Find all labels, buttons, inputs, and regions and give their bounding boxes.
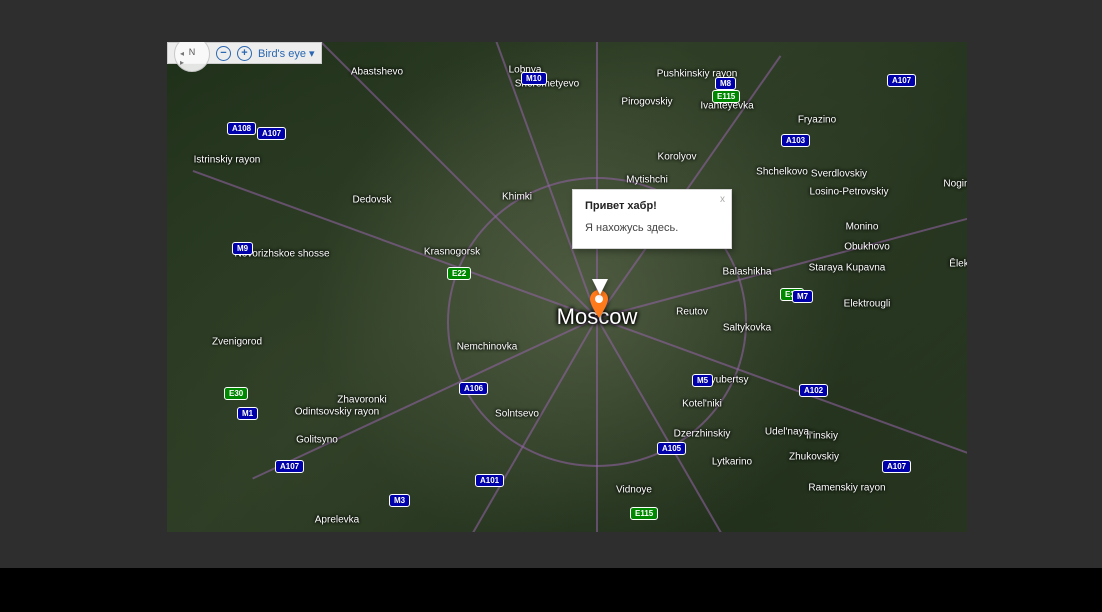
popup-title: Привет хабр! [585,200,719,212]
place-label: Korolyov [658,152,697,163]
place-label: Istrinskiy rayon [194,155,261,166]
device-bezel [0,568,1102,612]
route-shield: M3 [389,494,410,507]
place-label: Saltykovka [723,323,771,334]
place-label: Udel'naya [765,427,809,438]
place-label: Mytishchi [626,175,668,186]
zoom-in-button[interactable]: + [237,46,252,61]
place-label: Kotel'niki [682,399,722,410]
popup-tail [592,279,608,295]
chevron-down-icon: ▾ [309,48,315,60]
place-label: Fryazino [798,115,836,126]
place-label: Monino [846,222,879,233]
place-label: Il'inskiy [806,431,838,442]
route-shield: M8 [715,77,736,90]
place-label: Abastshevo [351,67,403,78]
route-shield: E30 [224,387,248,400]
route-shield: A107 [275,460,304,473]
place-label: Dedovsk [353,195,392,206]
place-label: Zhukovskiy [789,452,839,463]
route-shield: E115 [630,507,658,520]
place-label: Odintsovskiy rayon [295,407,379,418]
route-shield: M1 [237,407,258,420]
place-label: Losino-Petrovskiy [810,187,889,198]
view-mode-label: Bird's eye [258,48,306,60]
place-label: Khimki [502,192,532,203]
road-layer [167,42,967,532]
popup-body: Я нахожусь здесь. [585,222,719,234]
place-label: Ramenskiy rayon [808,483,885,494]
view-mode-dropdown[interactable]: Bird's eye ▾ [258,47,315,60]
close-icon[interactable]: x [720,194,725,205]
place-label: Staraya Kupavna [809,263,886,274]
place-label: Aprelevka [315,515,359,526]
map-viewport[interactable]: − + Bird's eye ▾ Moscow x Привет хабр! Я… [167,42,967,532]
route-shield: A106 [459,382,488,395]
zoom-out-button[interactable]: − [216,46,231,61]
info-popup: x Привет хабр! Я нахожусь здесь. [572,189,732,249]
route-shield: E115 [712,90,740,103]
place-label: Reutov [676,307,708,318]
place-label: Zvenigorod [212,337,262,348]
place-label: Nogins [943,179,967,190]
route-shield: M10 [521,72,547,85]
route-shield: A102 [799,384,828,397]
place-label: Shchelkovo [756,167,808,178]
place-label: Pirogovskiy [621,97,672,108]
route-shield: A108 [227,122,256,135]
place-label: Sverdlovskiy [811,169,867,180]
map-toolbar: − + Bird's eye ▾ [167,42,322,64]
place-label: Vidnoye [616,485,652,496]
route-shield: A107 [882,460,911,473]
route-shield: A101 [475,474,504,487]
route-shield: A103 [781,134,810,147]
place-label: Lytkarino [712,457,752,468]
place-label: Krasnogorsk [424,247,480,258]
route-shield: A105 [657,442,686,455]
place-label: Balashikha [723,267,772,278]
route-shield: A107 [257,127,286,140]
place-label: Nemchinovka [457,342,518,353]
place-label: Elektrougli [844,299,891,310]
place-label: Ēlek [949,259,967,270]
route-shield: M9 [232,242,253,255]
place-label: Obukhovo [844,242,890,253]
place-label: Dzerzhinskiy [674,429,731,440]
route-shield: M5 [692,374,713,387]
route-shield: E22 [447,267,471,280]
route-shield: A107 [887,74,916,87]
place-label: Golitsyno [296,435,338,446]
route-shield: M7 [792,290,813,303]
place-label: Solntsevo [495,409,539,420]
place-label: Zhavoronki [337,395,386,406]
